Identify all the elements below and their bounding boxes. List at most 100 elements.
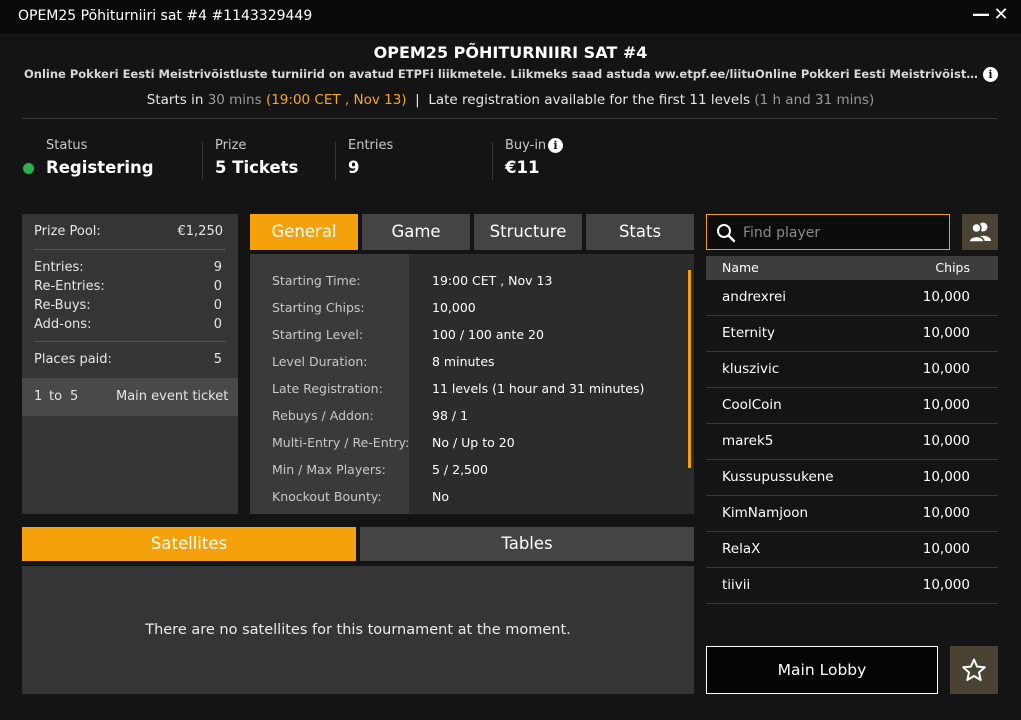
reentries-value: 0 xyxy=(213,279,222,294)
divider xyxy=(34,249,226,250)
player-name: andrexrei xyxy=(722,289,787,305)
player-name: kluszivic xyxy=(722,361,780,377)
tournament-title: OPEM25 PÕHITURNIIRI SAT #4 xyxy=(373,43,648,62)
status-dot-icon xyxy=(23,163,34,174)
prize-stat: Prize 5 Tickets xyxy=(215,138,298,177)
player-row[interactable]: KimNamjoon 10,000 xyxy=(706,496,998,532)
detail-value: 10,000 xyxy=(432,300,476,315)
detail-label: Starting Time: xyxy=(272,273,361,288)
tab-general[interactable]: General xyxy=(250,214,358,250)
buyin-stat: Buy-in €11 xyxy=(505,138,546,177)
satellites-panel: There are no satellites for this tournam… xyxy=(22,566,694,694)
payout-row: 1 to 5 Main event ticket xyxy=(22,378,238,416)
addons-row: Add-ons: 0 xyxy=(34,317,222,335)
player-row[interactable]: CoolCoin 10,000 xyxy=(706,388,998,424)
place-to: 5 xyxy=(70,389,79,404)
detail-label: Min / Max Players: xyxy=(272,462,386,477)
player-chips: 10,000 xyxy=(922,505,970,521)
buyin-info-icon[interactable]: i xyxy=(548,138,563,153)
prize-label: Prize xyxy=(215,138,247,153)
satellites-empty-message: There are no satellites for this tournam… xyxy=(145,622,571,638)
player-row[interactable]: Eternity 10,000 xyxy=(706,316,998,352)
detail-label: Rebuys / Addon: xyxy=(272,408,374,423)
detail-label: Starting Level: xyxy=(272,327,364,342)
detail-label: Knockout Bounty: xyxy=(272,489,382,504)
player-name: RelaX xyxy=(722,541,761,557)
summary-divider xyxy=(335,142,336,180)
reentries-label: Re-Entries: xyxy=(34,279,105,294)
addons-label: Add-ons: xyxy=(34,317,92,332)
player-chips: 10,000 xyxy=(922,397,970,413)
entries-row-value: 9 xyxy=(213,260,222,275)
place-to-word: to xyxy=(49,389,63,404)
player-row[interactable]: marek5 10,000 xyxy=(706,424,998,460)
player-name: marek5 xyxy=(722,433,774,449)
column-name[interactable]: Name xyxy=(722,260,759,275)
player-row[interactable]: tiivii 10,000 xyxy=(706,568,998,604)
summary-divider xyxy=(202,142,203,180)
player-chips: 10,000 xyxy=(922,361,970,377)
starts-in-value: 30 mins xyxy=(207,92,262,108)
favorite-button[interactable] xyxy=(950,646,998,694)
details-scrollbar[interactable] xyxy=(688,270,691,468)
player-name: tiivii xyxy=(722,577,751,593)
find-player-input[interactable] xyxy=(743,223,943,243)
player-row[interactable]: kluszivic 10,000 xyxy=(706,352,998,388)
tab-satellites[interactable]: Satellites xyxy=(22,527,356,561)
prize-pool-panel: Prize Pool: €1,250 Entries: 9 Re-Entries… xyxy=(22,214,238,514)
tab-game[interactable]: Game xyxy=(362,214,470,250)
detail-value: 98 / 1 xyxy=(432,408,469,423)
start-time-value: (19:00 CET , Nov 13) xyxy=(265,92,407,108)
places-paid-row: Places paid: 5 xyxy=(34,352,222,370)
header-divider-line xyxy=(22,118,997,119)
close-button[interactable]: ✕ xyxy=(990,4,1012,28)
detail-value: No / Up to 20 xyxy=(432,435,515,450)
find-player-search[interactable] xyxy=(706,214,950,250)
player-chips: 10,000 xyxy=(922,541,970,557)
status-stat: Status Registering xyxy=(46,138,154,177)
place-prize: Main event ticket xyxy=(116,389,229,404)
main-lobby-button[interactable]: Main Lobby xyxy=(706,646,938,694)
player-row[interactable]: RelaX 10,000 xyxy=(706,532,998,568)
late-registration-text: Late registration available for the firs… xyxy=(428,92,750,108)
player-chips: 10,000 xyxy=(922,469,970,485)
player-name: Kussupussukene xyxy=(722,469,834,485)
entries-row: Entries: 9 xyxy=(34,260,222,278)
detail-value: 8 minutes xyxy=(432,354,495,369)
detail-value: 5 / 2,500 xyxy=(432,462,488,477)
star-icon xyxy=(962,658,986,681)
player-row[interactable]: Kussupussukene 10,000 xyxy=(706,460,998,496)
player-row[interactable]: andrexrei 10,000 xyxy=(706,280,998,316)
title-bar: OPEM25 Põhiturniiri sat #4 #1143329449 —… xyxy=(0,0,1021,34)
prize-pool-label: Prize Pool: xyxy=(34,224,101,239)
reentries-row: Re-Entries: 0 xyxy=(34,279,222,297)
players-table-header: Name Chips xyxy=(706,256,998,280)
start-info: Starts in 30 mins (19:00 CET , Nov 13) |… xyxy=(0,92,1021,108)
divider xyxy=(34,341,226,342)
search-icon xyxy=(717,224,736,243)
detail-label: Late Registration: xyxy=(272,381,383,396)
prize-pool-row: Prize Pool: €1,250 xyxy=(34,224,223,242)
tab-structure[interactable]: Structure xyxy=(474,214,582,250)
header-divider: | xyxy=(415,92,420,108)
column-chips[interactable]: Chips xyxy=(935,260,970,275)
tournament-description: Online Pokkeri Eesti Meistrivõistluste t… xyxy=(24,67,979,81)
tab-tables[interactable]: Tables xyxy=(360,527,694,561)
info-icon[interactable]: i xyxy=(983,67,998,82)
minimize-button[interactable]: — xyxy=(970,4,992,28)
player-chips: 10,000 xyxy=(922,577,970,593)
summary-divider xyxy=(492,142,493,180)
general-details-panel: Starting Time: 19:00 CET , Nov 13 Starti… xyxy=(250,254,694,514)
friends-button[interactable] xyxy=(962,214,998,250)
status-value: Registering xyxy=(46,158,154,177)
tab-stats[interactable]: Stats xyxy=(586,214,694,250)
status-label: Status xyxy=(46,138,88,153)
detail-label: Level Duration: xyxy=(272,354,368,369)
entries-stat: Entries 9 xyxy=(348,138,393,177)
detail-value: No xyxy=(432,489,449,504)
detail-value: 100 / 100 ante 20 xyxy=(432,327,544,342)
player-chips: 10,000 xyxy=(922,433,970,449)
rebuys-value: 0 xyxy=(213,298,222,313)
detail-label: Starting Chips: xyxy=(272,300,365,315)
addons-value: 0 xyxy=(213,317,222,332)
